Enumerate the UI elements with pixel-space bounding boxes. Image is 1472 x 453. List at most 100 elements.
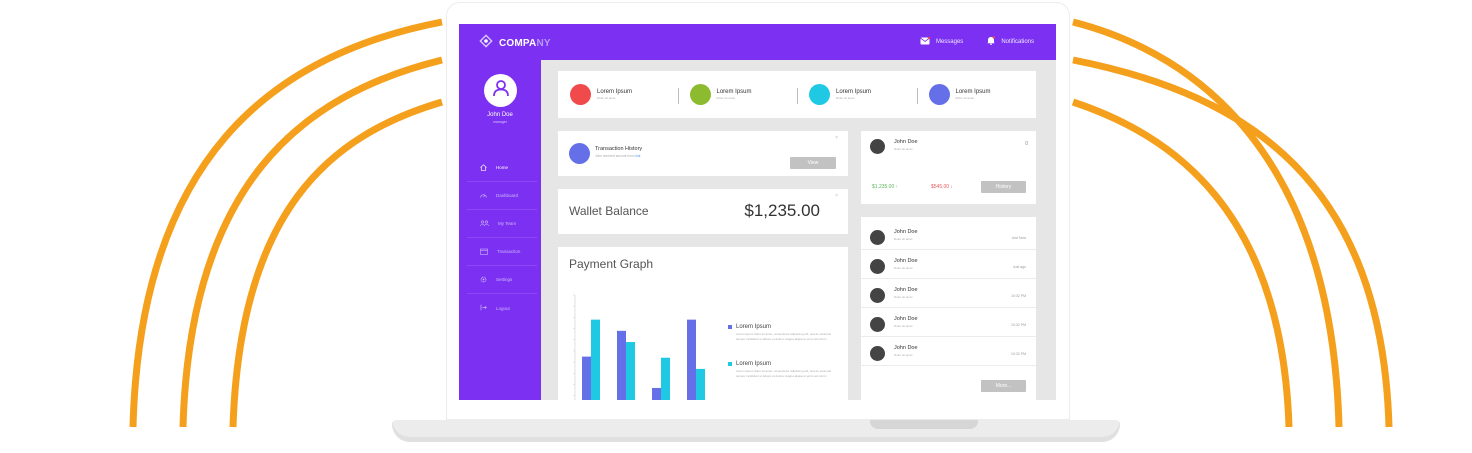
legend-item: Lorem Ipsum Lorem ipsum dolor sit amet, …: [728, 361, 843, 379]
avatar: [870, 288, 885, 303]
left-wave-inner: [229, 98, 443, 428]
stat-item[interactable]: Lorem Ipsum Dolor sit amet: [797, 84, 917, 105]
legend-label: Lorem Ipsum: [736, 361, 772, 367]
stat-sub: Dolor sit amet: [716, 96, 736, 100]
sidebar-item-label: My Team: [498, 221, 517, 226]
user-name: John Doe: [487, 112, 513, 118]
amount-out: $545.00 ↓: [931, 184, 953, 190]
stat-title: Lorem Ipsum: [955, 89, 991, 95]
brand[interactable]: COMPANY: [479, 34, 551, 53]
right-wave-inner: [1071, 98, 1293, 428]
dashboard-screen: COMPANY Messages Notifications John Doe …: [459, 24, 1056, 400]
amount-in-value: $1,235.00: [872, 184, 895, 190]
person-name: John Doe: [894, 258, 918, 264]
sidebar-item-settings[interactable]: Settings: [467, 266, 537, 294]
amount-in: $1,235.00 ↑: [872, 184, 898, 190]
history-button[interactable]: History: [981, 181, 1026, 193]
stat-title: Lorem Ipsum: [597, 89, 633, 95]
person-name: John Doe: [894, 345, 918, 351]
transaction-history-card: Transaction History John received amount…: [558, 131, 848, 176]
view-button[interactable]: View: [790, 157, 836, 169]
person-time: Just Now: [1011, 236, 1026, 240]
person-sub: Dolor sit amet: [894, 324, 913, 328]
bar-series-1-group-2: [617, 330, 626, 400]
person-name: John Doe: [894, 287, 918, 293]
legend-label: Lorem Ipsum: [736, 324, 772, 330]
bar-series-2-group-1: [591, 319, 600, 400]
legend-swatch: [728, 362, 732, 366]
legend-text: Lorem ipsum dolor sit amet, consectetur …: [736, 332, 832, 341]
payment-graph-title: Payment Graph: [569, 257, 654, 271]
stat-sub: Dolor sit amet: [955, 96, 975, 100]
bar-series-1-group-4: [687, 319, 696, 400]
sidebar-item-transaction[interactable]: Transaction: [467, 238, 537, 266]
person-sub: Dolor sit amet: [894, 237, 913, 241]
stat-item[interactable]: Lorem Ipsum Dolor sit amet: [916, 84, 1037, 105]
sidebar-item-my-team[interactable]: My Team: [467, 210, 537, 238]
list-item[interactable]: John Doe Dolor sit amet 10:32 PM: [861, 337, 1036, 366]
profile-name: John Doe: [894, 139, 918, 145]
sidebar-item-dashboard[interactable]: Dashboard: [467, 182, 537, 210]
stat-title: Lorem Ipsum: [716, 89, 752, 95]
close-icon[interactable]: ×: [835, 135, 838, 141]
wallet-label: Wallet Balance: [569, 204, 649, 218]
more-button[interactable]: More...: [981, 380, 1026, 392]
sidebar-item-label: Logout: [496, 305, 510, 311]
top-nav: Messages Notifications: [920, 36, 1034, 47]
legend-head: Lorem Ipsum: [728, 361, 843, 367]
gear-icon: [480, 276, 487, 284]
person-time: 10:32 PM: [1011, 323, 1026, 327]
stat-item[interactable]: Lorem Ipsum Dolor sit amet: [558, 84, 678, 105]
avatar: [870, 230, 885, 245]
stat-item[interactable]: Lorem Ipsum Dolor sit amet: [677, 84, 798, 105]
amount-out-value: $545.00: [931, 184, 950, 190]
sidebar-item-label: Dashboard: [496, 193, 519, 198]
transaction-sub-text: John received amount from: [595, 154, 634, 158]
chart-legend: Lorem Ipsum Lorem ipsum dolor sit amet, …: [728, 324, 843, 398]
avatar: [870, 346, 885, 361]
payment-bar-chart: [573, 294, 705, 400]
logo-icon: [479, 34, 493, 53]
right-wave-outer: [1072, 18, 1343, 428]
logout-icon: [480, 304, 487, 312]
avatar[interactable]: [870, 139, 885, 154]
stat-dot: [928, 84, 950, 105]
list-item[interactable]: John Doe Dolor sit amet 10:32 PM: [861, 308, 1036, 337]
stat-title: Lorem Ipsum: [836, 89, 872, 95]
team-icon: [480, 219, 489, 228]
transaction-link[interactable]: Link: [635, 154, 641, 158]
stat-dot: [689, 84, 711, 105]
stat-dot: [570, 84, 591, 105]
laptop-notch: [870, 420, 978, 429]
person-sub: Dolor sit amet: [894, 295, 913, 299]
legend-text: Lorem ipsum dolor sit amet, consectetur …: [736, 369, 832, 378]
top-bar: COMPANY Messages Notifications: [459, 24, 1056, 60]
transaction-sub: John received amount from Link: [595, 154, 640, 158]
sidebar-item-logout[interactable]: Logout: [467, 294, 537, 322]
list-item[interactable]: John Doe Dolor sit amet 10:32 PM: [861, 279, 1036, 308]
sidebar-item-label: Home: [496, 165, 509, 170]
notifications-label: Notifications: [1001, 38, 1034, 45]
wallet-value: $1,235.00: [744, 201, 820, 220]
transaction-dot: [569, 143, 590, 164]
avatar[interactable]: [484, 74, 517, 107]
messages-link[interactable]: Messages: [920, 36, 963, 47]
sidebar-item-label: Settings: [496, 277, 513, 282]
sidebar-item-label: Transaction: [497, 249, 521, 254]
right-wave-middle: [1072, 56, 1393, 428]
profile-sub: Dolor sit amet: [894, 147, 913, 151]
user-icon: [491, 78, 511, 103]
list-item[interactable]: John Doe Dolor sit amet Just ago: [861, 250, 1036, 279]
wallet-balance-card: Wallet Balance $1,235.00 ×: [558, 189, 848, 234]
legend-swatch: [728, 325, 732, 329]
bell-icon: [987, 36, 996, 47]
list-item[interactable]: John Doe Dolor sit amet Just Now: [861, 221, 1036, 250]
notifications-link[interactable]: Notifications: [987, 36, 1034, 47]
close-icon[interactable]: ×: [835, 193, 838, 199]
bar-series-2-group-4: [696, 368, 705, 400]
home-icon: [480, 163, 487, 172]
profile-count: 0: [1025, 141, 1028, 147]
sidebar-item-home[interactable]: Home: [467, 154, 537, 182]
bar-series-1-group-1: [582, 356, 591, 400]
person-time: Just ago: [1012, 265, 1026, 269]
